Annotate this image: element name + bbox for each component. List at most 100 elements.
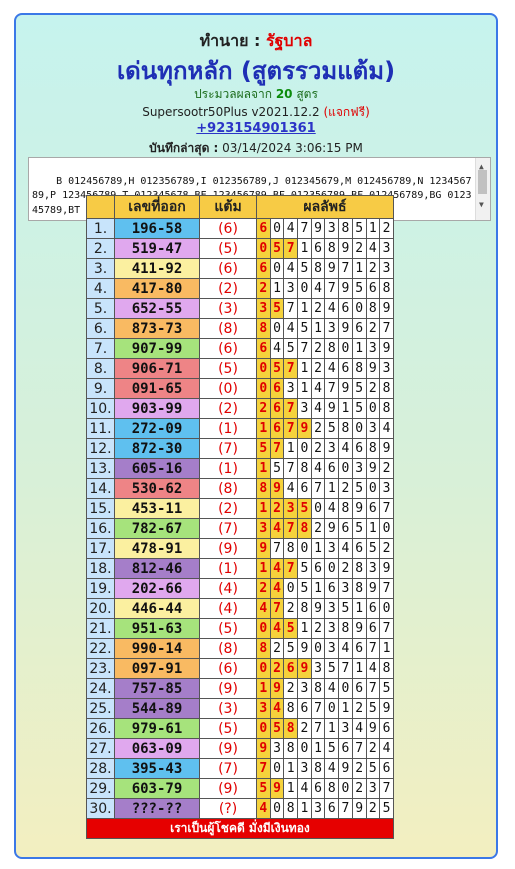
result-digit: 9: [297, 658, 312, 679]
table-row: 1. 196-58 (6) 6 0 4 7 9 3 8 5 1 2: [86, 218, 394, 239]
result-digit: 1: [283, 758, 299, 779]
points-value: (5): [199, 718, 257, 739]
result-digit: 9: [379, 438, 394, 459]
result-digit: 0: [283, 578, 299, 599]
result-digit: 5: [297, 578, 312, 599]
result-digit: 2: [379, 538, 394, 559]
result-digit: 1: [310, 738, 326, 759]
lot-number: 872-30: [114, 438, 200, 459]
prediction-type: รัฐบาล: [266, 31, 313, 50]
table-row: 23. 097-91 (6) 0 2 6 9 3 5 7 1 4 8: [86, 658, 394, 679]
result-digit: 3: [379, 258, 394, 279]
phone-link[interactable]: +923154901361: [16, 121, 496, 136]
lot-number: 873-73: [114, 318, 200, 339]
result-digit: 9: [338, 318, 353, 339]
result-digit: 5: [351, 518, 367, 539]
result-digit: 6: [365, 598, 381, 619]
result-digit: 2: [310, 418, 326, 439]
result-digit: 4: [269, 558, 285, 579]
table-row: 7. 907-99 (6) 6 4 5 7 2 8 0 1 3 9: [86, 338, 394, 359]
result-digit: 7: [365, 638, 381, 659]
row-number: 4.: [86, 278, 115, 299]
result-digit: 3: [256, 298, 271, 319]
result-digit: 8: [283, 798, 299, 819]
count-suffix: สูตร: [296, 87, 318, 101]
result-digit: 0: [365, 478, 381, 499]
result-digit: 9: [297, 638, 312, 659]
count-prefix: ประมวลผลจาก: [194, 87, 272, 101]
result-digit: 6: [256, 258, 271, 279]
row-number: 12.: [86, 438, 115, 459]
result-digit: 3: [365, 558, 381, 579]
scroll-thumb[interactable]: [478, 170, 487, 194]
result-digit: 5: [256, 778, 271, 799]
lot-number: 478-91: [114, 538, 200, 559]
result-digit: 3: [297, 678, 312, 699]
points-value: (6): [199, 658, 257, 679]
result-digit: 2: [351, 698, 367, 719]
result-digit: 9: [379, 338, 394, 359]
result-digit: 1: [297, 798, 312, 819]
result-digit: 2: [365, 258, 381, 279]
table-row: 12. 872-30 (7) 5 7 1 0 2 3 4 6 8 9: [86, 438, 394, 459]
table-row: 21. 951-63 (5) 0 4 5 1 2 3 8 9 6 7: [86, 618, 394, 639]
points-value: (8): [199, 638, 257, 659]
result-digit: 6: [338, 298, 353, 319]
points-value: (9): [199, 538, 257, 559]
lot-number: 091-65: [114, 378, 200, 399]
result-digit: 8: [351, 358, 367, 379]
result-digit: 6: [379, 758, 394, 779]
lot-number: 605-16: [114, 458, 200, 479]
result-digit: 3: [324, 598, 340, 619]
result-digit: 7: [338, 258, 353, 279]
table-row: 6. 873-73 (8) 8 0 4 5 1 3 9 6 2 7: [86, 318, 394, 339]
result-digit: 4: [269, 338, 285, 359]
result-digit: 4: [324, 298, 340, 319]
table-row: 9. 091-65 (0) 0 6 3 1 4 7 9 5 2 8: [86, 378, 394, 399]
result-digit: 3: [324, 538, 340, 559]
result-digit: 3: [269, 738, 285, 759]
formula-count-line: ประมวลผลจาก 20 สูตร: [16, 85, 496, 104]
result-digit: 7: [269, 438, 285, 459]
result-digit: 0: [297, 538, 312, 559]
result-digit: 5: [365, 698, 381, 719]
result-digit: 1: [297, 358, 312, 379]
row-number: 18.: [86, 558, 115, 579]
result-digit: 7: [297, 338, 312, 359]
result-digit: 3: [379, 358, 394, 379]
result-digit: 3: [324, 218, 340, 239]
result-digit: 5: [365, 758, 381, 779]
lot-number: 411-92: [114, 258, 200, 279]
result-digit: 9: [324, 518, 340, 539]
result-digit: 2: [283, 678, 299, 699]
result-digit: 7: [310, 718, 326, 739]
lot-number: 272-09: [114, 418, 200, 439]
lot-number: 903-99: [114, 398, 200, 419]
result-digit: 9: [269, 778, 285, 799]
points-value: (7): [199, 518, 257, 539]
result-digit: 6: [269, 378, 285, 399]
result-digit: 0: [256, 658, 271, 679]
result-digit: 8: [324, 238, 340, 259]
result-digit: 2: [297, 718, 312, 739]
result-digit: 8: [297, 598, 312, 619]
result-digit: 1: [256, 458, 271, 479]
result-digit: 7: [324, 278, 340, 299]
result-digit: 0: [269, 318, 285, 339]
result-digit: 7: [379, 778, 394, 799]
result-digit: 3: [379, 238, 394, 259]
result-digit: 1: [351, 598, 367, 619]
table-row: 15. 453-11 (2) 1 2 3 5 0 4 8 9 6 7: [86, 498, 394, 519]
lot-number: 063-09: [114, 738, 200, 759]
lot-number: 812-46: [114, 558, 200, 579]
result-digit: 0: [269, 758, 285, 779]
result-digit: 4: [310, 278, 326, 299]
row-number: 26.: [86, 718, 115, 739]
result-digit: 3: [324, 618, 340, 639]
textarea-scrollbar[interactable]: ▲ ▼: [475, 158, 490, 220]
scroll-down-icon[interactable]: ▼: [479, 198, 484, 213]
lot-number: 990-14: [114, 638, 200, 659]
result-digit: 0: [324, 558, 340, 579]
row-number: 20.: [86, 598, 115, 619]
result-digit: 6: [338, 358, 353, 379]
